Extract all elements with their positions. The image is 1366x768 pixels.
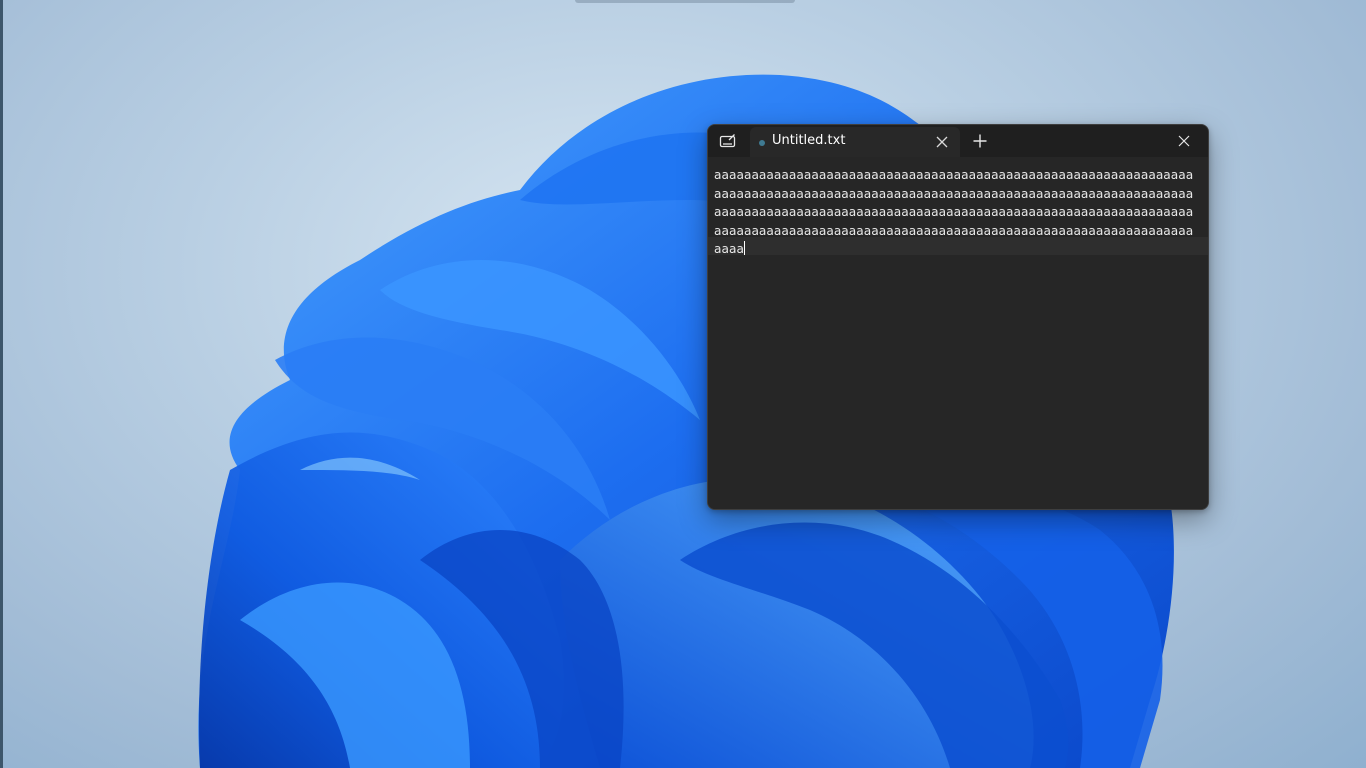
editor-text[interactable]: aaaaaaaaaaaaaaaaaaaaaaaaaaaaaaaaaaaaaaaa… (714, 166, 1194, 259)
tab-title: Untitled.txt (772, 133, 846, 148)
notepad-window[interactable]: Untitled.txt aaaaaaaaaaaaaaaaaaaaaaaaaaa… (707, 124, 1209, 510)
text-caret (743, 241, 745, 255)
tab-untitled[interactable]: Untitled.txt (750, 127, 960, 157)
screen-left-edge (0, 0, 3, 768)
top-edge-element (575, 0, 795, 3)
close-icon (1178, 135, 1190, 147)
new-tab-button[interactable] (970, 131, 990, 151)
plus-icon (973, 134, 987, 148)
close-tab-icon[interactable] (934, 134, 950, 150)
notepad-titlebar[interactable]: Untitled.txt (708, 125, 1208, 157)
unsaved-dot-icon (759, 140, 765, 146)
document-text: aaaaaaaaaaaaaaaaaaaaaaaaaaaaaaaaaaaaaaaa… (714, 168, 1194, 256)
desktop: Untitled.txt aaaaaaaaaaaaaaaaaaaaaaaaaaa… (0, 0, 1366, 768)
window-close-button[interactable] (1174, 131, 1194, 151)
notepad-icon (718, 132, 738, 150)
text-editor[interactable]: aaaaaaaaaaaaaaaaaaaaaaaaaaaaaaaaaaaaaaaa… (708, 157, 1208, 509)
